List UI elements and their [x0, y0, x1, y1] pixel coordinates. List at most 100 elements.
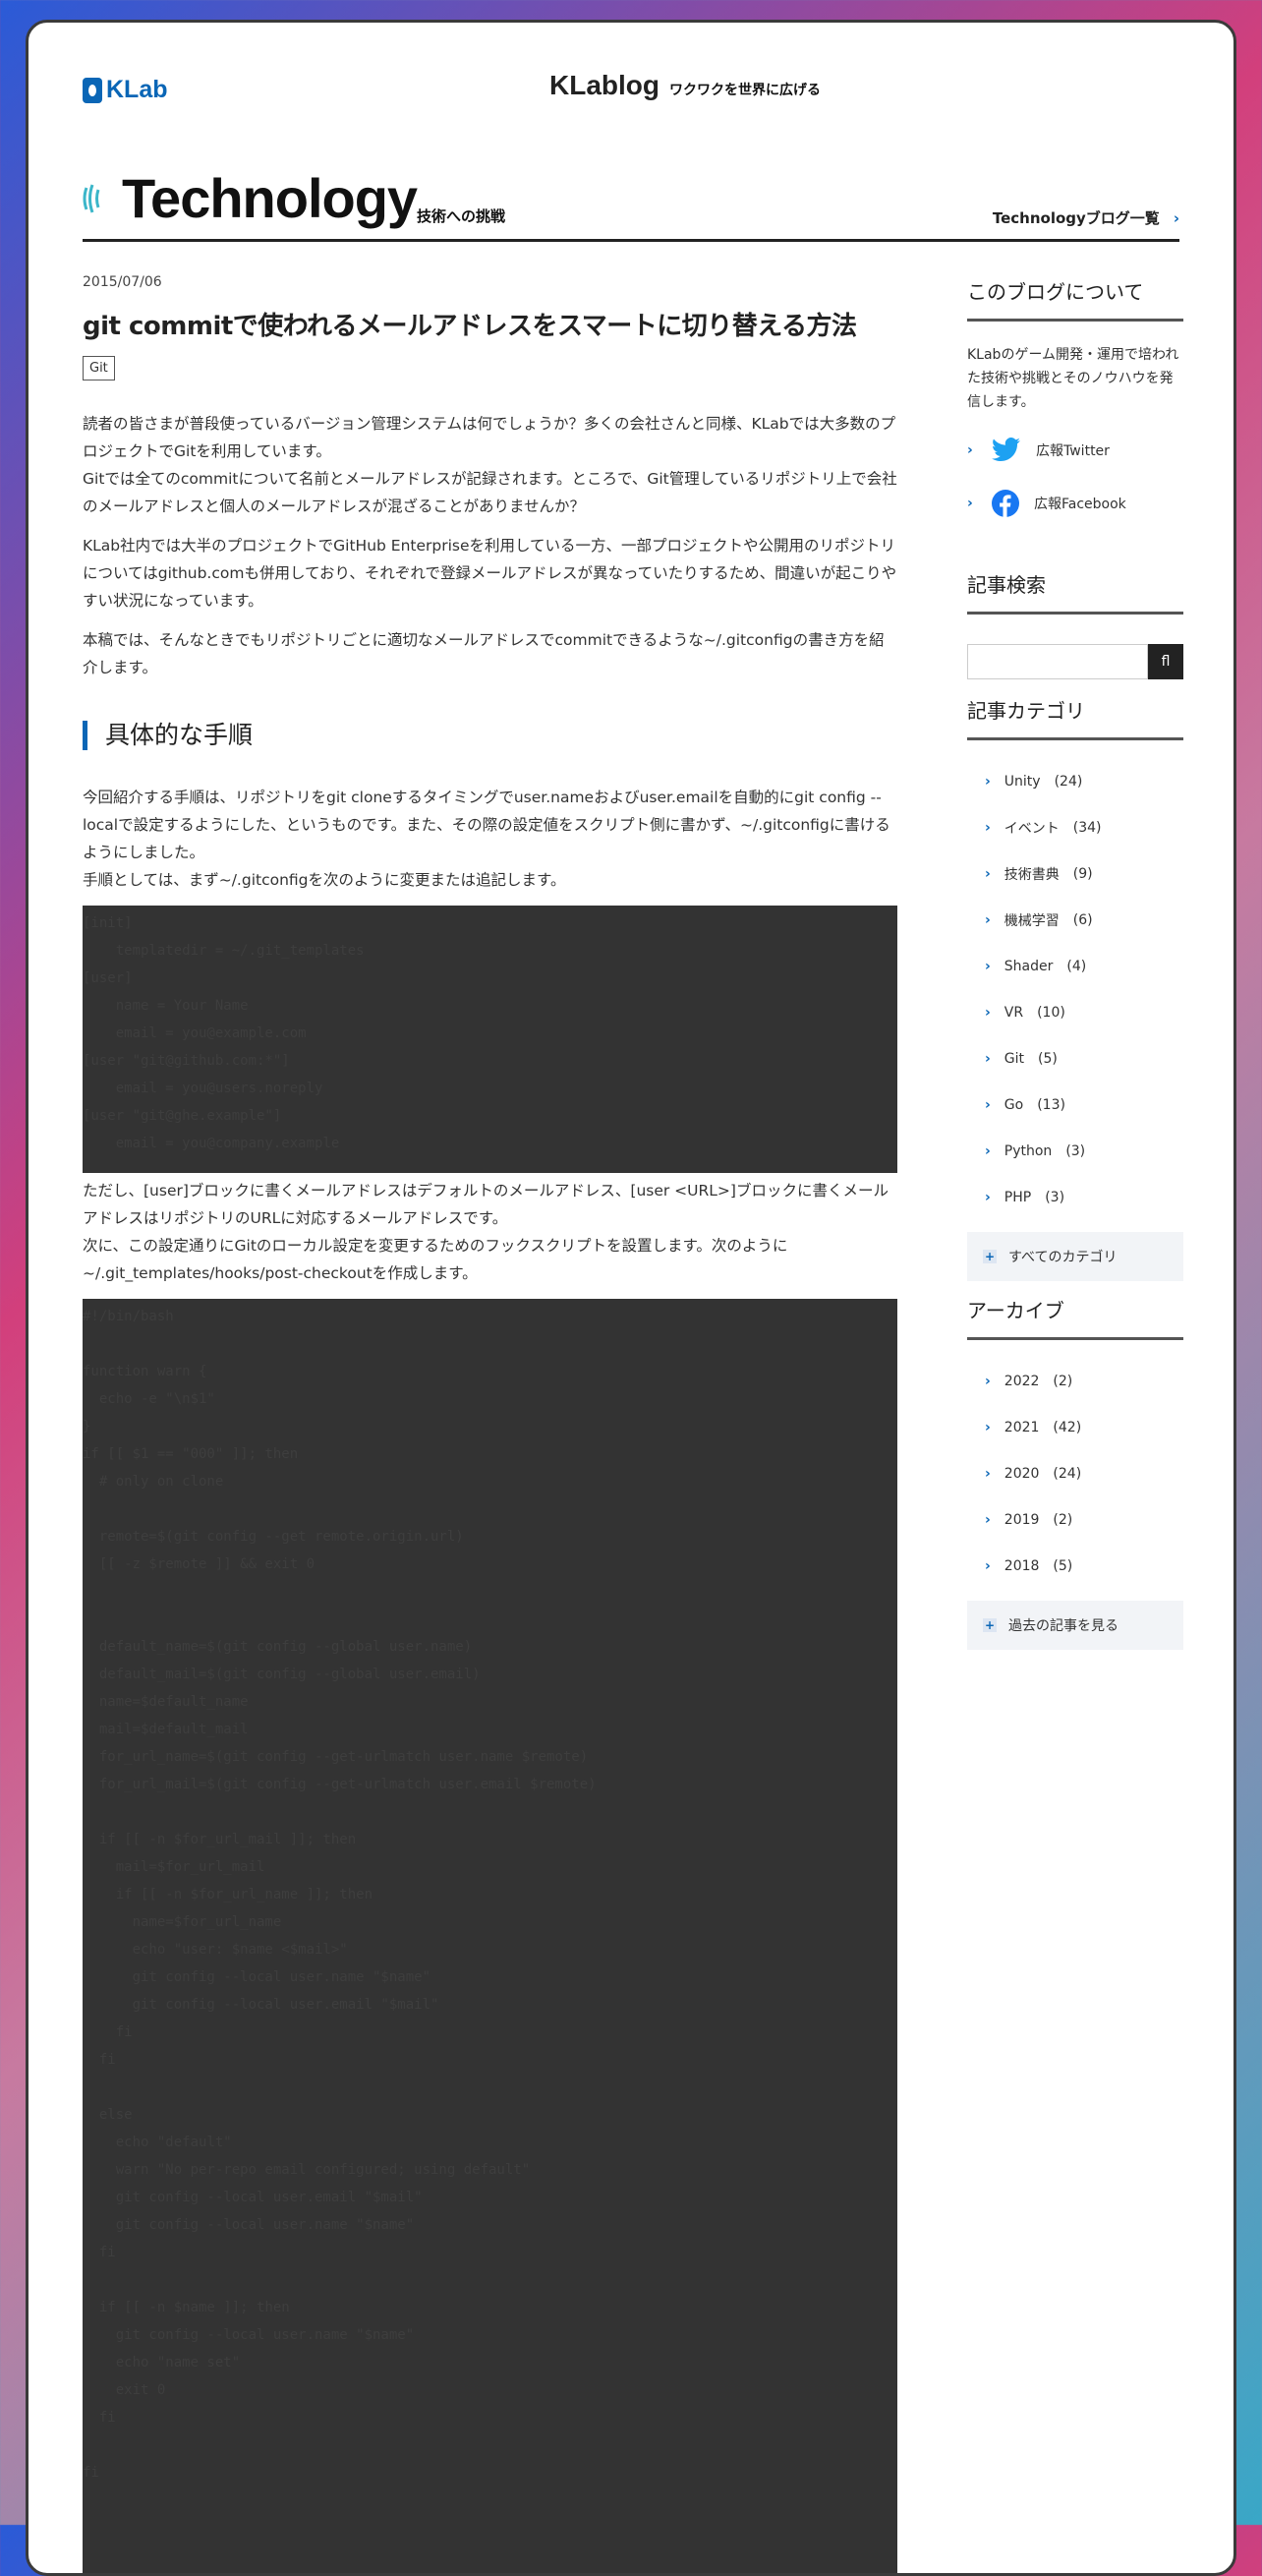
wave-icon	[83, 184, 100, 213]
archive-name: 2022	[1004, 1373, 1040, 1389]
article-title: git commitで使われるメールアドレスをスマートに切り替える方法	[83, 312, 857, 341]
archive-count: (42)	[1053, 1419, 1082, 1435]
category-item[interactable]: › Python (3)	[967, 1128, 1183, 1174]
code-line: git config --local user.email "$mail"	[83, 1997, 439, 2013]
klab-logo-text: KLab	[106, 76, 168, 103]
site-header: KLab KLablog ワクワクを世界に広げる	[83, 64, 1179, 123]
code-line: name=$default_name	[83, 1694, 249, 1710]
tag-git[interactable]: Git	[83, 356, 115, 381]
category-item[interactable]: › PHP (3)	[967, 1174, 1183, 1220]
archive-item[interactable]: › 2019 (2)	[967, 1496, 1183, 1543]
archive-name: 2021	[1004, 1419, 1040, 1435]
code-line: fi	[83, 2410, 116, 2426]
code-line: #!/bin/bash	[83, 1309, 174, 1324]
search-input[interactable]	[967, 644, 1148, 679]
category-count: (9)	[1072, 865, 1093, 882]
archive-count: (2)	[1053, 1511, 1073, 1528]
code-line: name = Your Name	[83, 998, 249, 1014]
archive-item[interactable]: › 2018 (5)	[967, 1543, 1183, 1589]
category-name: Python	[1004, 1142, 1053, 1159]
category-count: (5)	[1038, 1050, 1058, 1067]
facebook-link[interactable]: › 広報Facebook	[967, 477, 1183, 530]
category-count: (6)	[1072, 911, 1093, 928]
code-line: [init]	[83, 915, 133, 931]
archive-item[interactable]: › 2022 (2)	[967, 1358, 1183, 1404]
archive-count: (24)	[1053, 1465, 1082, 1482]
code-line: echo "user: $name <$mail>"	[83, 1942, 348, 1958]
intro-line-1b: Gitでは全てのcommitについて名前とメールアドレスが記録されます。ところで…	[83, 470, 897, 515]
code-line: [[ -z $remote ]] && exit 0	[83, 1556, 316, 1572]
chevron-right-icon: ›	[1173, 208, 1179, 227]
archive-name: 2019	[1004, 1511, 1040, 1528]
archive-item[interactable]: › 2021 (42)	[967, 1404, 1183, 1450]
category-count: (4)	[1066, 958, 1087, 974]
category-item[interactable]: › 技術書典 (9)	[967, 850, 1183, 897]
category-item[interactable]: › VR (10)	[967, 989, 1183, 1035]
plus-icon: +	[983, 1618, 997, 1632]
search-button[interactable]: fl	[1148, 644, 1183, 679]
intro-paragraph-1: 読者の皆さまが普段使っているバージョン管理システムは何でしょうか？多くの会社さん…	[83, 410, 897, 520]
category-count: (13)	[1037, 1096, 1065, 1113]
chevron-right-icon: ›	[985, 911, 991, 928]
about-heading: このブログについて	[967, 276, 1183, 322]
category-subtitle: 技術への挑戦	[417, 207, 506, 225]
category-item[interactable]: › 機械学習 (6)	[967, 897, 1183, 943]
category-item[interactable]: › Shader (4)	[967, 943, 1183, 989]
category-count: (10)	[1037, 1004, 1065, 1021]
code-line: for_url_name=$(git config --get-urlmatch…	[83, 1749, 589, 1765]
code-line: [user]	[83, 970, 133, 986]
all-categories-button[interactable]: + すべてのカテゴリ	[967, 1232, 1183, 1281]
klab-logo[interactable]: KLab	[83, 76, 168, 104]
category-name: VR	[1004, 1004, 1024, 1021]
code-line: if [[ $1 == "000" ]]; then	[83, 1446, 299, 1462]
chevron-right-icon: ›	[985, 773, 991, 790]
chevron-right-icon: ›	[985, 958, 991, 974]
past-articles-button[interactable]: + 過去の記事を見る	[967, 1601, 1183, 1650]
code-line: name=$for_url_name	[83, 1914, 282, 1930]
code-block-post-checkout: #!/bin/bash function warn { echo -e "\n$1…	[83, 1299, 897, 2573]
category-item[interactable]: › Unity (24)	[967, 758, 1183, 804]
page-frame: KLab KLablog ワクワクを世界に広げる Technology 技術への…	[26, 20, 1236, 2576]
category-item[interactable]: › イベント (34)	[967, 804, 1183, 850]
steps-line-1: 今回紹介する手順は、リポジトリをgit cloneするタイミングでuser.na…	[83, 789, 890, 861]
category-item[interactable]: › Go (13)	[967, 1082, 1183, 1128]
archive-count: (5)	[1053, 1557, 1073, 1574]
code-line: default_mail=$(git config --global user.…	[83, 1667, 481, 1682]
code-line: git config --local user.name "$name"	[83, 2217, 415, 2233]
chevron-right-icon: ›	[985, 819, 991, 836]
past-articles-label: 過去の記事を見る	[1008, 1618, 1119, 1634]
code-block-gitconfig: [init] templatedir = ~/.git_templates [us…	[83, 906, 897, 1173]
code-line: [user "git@ghe.example"]	[83, 1108, 282, 1124]
chevron-right-icon: ›	[985, 1142, 991, 1159]
klablog-logo[interactable]: KLablog ワクワクを世界に広げる	[549, 70, 821, 101]
code-line: git config --local user.name "$name"	[83, 1969, 431, 1985]
chevron-right-icon: ›	[985, 1004, 991, 1021]
sidebar: このブログについて KLabのゲーム開発・運用で培われた技術や挑戦とそのノウハウ…	[967, 257, 1183, 1664]
steps-paragraph: 今回紹介する手順は、リポジトリをgit cloneするタイミングでuser.na…	[83, 784, 897, 894]
steps-line-2: 手順としては、まず~/.gitconfigを次のように変更または追記します。	[83, 871, 566, 889]
archive-item[interactable]: › 2020 (24)	[967, 1450, 1183, 1496]
category-name: Unity	[1004, 773, 1041, 790]
category-name: Git	[1004, 1050, 1025, 1067]
category-count: (3)	[1065, 1142, 1086, 1159]
category-item[interactable]: › Git (5)	[967, 1035, 1183, 1082]
code-line: echo -e "\n$1"	[83, 1391, 215, 1407]
search-heading: 記事検索	[967, 569, 1183, 615]
code-line: email = you@example.com	[83, 1025, 307, 1041]
about-text: KLabのゲーム開発・運用で培われた技術や挑戦とそのノウハウを発信します。	[967, 347, 1179, 410]
intro-paragraph-3: 本稿では、そんなときでもリポジトリごとに適切なメールアドレスでcommitできる…	[83, 631, 885, 676]
twitter-link[interactable]: › 広報Twitter	[967, 424, 1183, 477]
code-line: fi	[83, 2465, 99, 2481]
chevron-right-icon: ›	[985, 1557, 991, 1574]
chevron-right-icon: ›	[985, 1511, 991, 1528]
code-line: git config --local user.email "$mail"	[83, 2190, 423, 2205]
code-line: templatedir = ~/.git_templates	[83, 943, 365, 959]
code-line: email = you@company.example	[83, 1136, 340, 1151]
technology-list-link[interactable]: Technologyブログ一覧 ›	[993, 207, 1179, 228]
code-line: if [[ -n $for_url_name ]]; then	[83, 1887, 373, 1903]
